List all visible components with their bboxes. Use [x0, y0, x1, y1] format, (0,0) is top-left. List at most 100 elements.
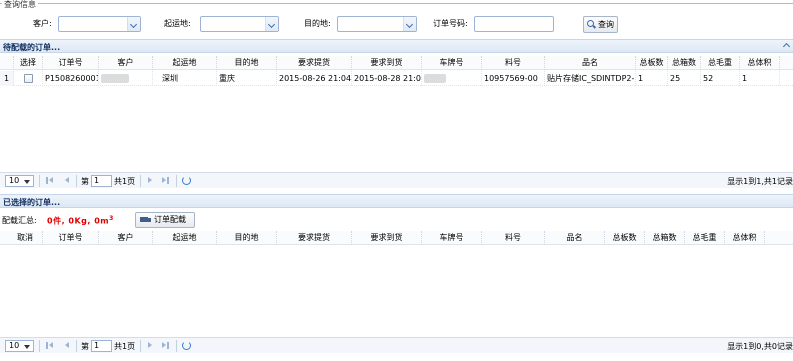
- chevron-up-icon[interactable]: [782, 42, 791, 51]
- truck-icon: [140, 217, 151, 222]
- column-header[interactable]: 总箱数: [668, 56, 701, 70]
- order-no-input[interactable]: [474, 16, 554, 32]
- origin-select[interactable]: [200, 16, 279, 32]
- selected-pager: 10 第 1 共1页 显示1到0,共0记录: [0, 337, 793, 353]
- destination-select[interactable]: [337, 16, 417, 32]
- origin-label: 起运地:: [164, 19, 191, 28]
- column-header[interactable]: 取消: [0, 231, 43, 245]
- table-row[interactable]: 1 P1508260001 深圳 重庆 2015-08-26 21:04 201…: [0, 71, 793, 86]
- order-allotment-button[interactable]: 订单配载: [135, 212, 195, 228]
- chevron-down-icon[interactable]: [265, 17, 278, 31]
- column-header[interactable]: 车牌号: [422, 56, 482, 70]
- next-page-icon: [148, 177, 152, 183]
- column-header[interactable]: 车牌号: [422, 231, 482, 245]
- refresh-icon[interactable]: [182, 176, 191, 185]
- page-size-select[interactable]: 10: [5, 340, 34, 352]
- column-header[interactable]: 目的地: [217, 56, 277, 70]
- pager-separator: [39, 175, 40, 187]
- pager-separator: [76, 340, 77, 352]
- allotment-summary: 配载汇总: 0件, 0Kg, 0m3 订单配载: [0, 211, 793, 229]
- destination-cell: 重庆: [217, 71, 277, 86]
- pager-separator: [39, 340, 40, 352]
- search-legend: 查询信息: [2, 0, 38, 10]
- column-header[interactable]: 品名: [545, 231, 605, 245]
- column-header[interactable]: 客户: [99, 56, 153, 70]
- first-page-button[interactable]: [45, 176, 55, 186]
- page-total: 共1页: [114, 342, 136, 351]
- page-size-select[interactable]: 10: [5, 175, 34, 187]
- chevron-down-icon: [24, 180, 30, 184]
- last-page-icon: [162, 342, 166, 348]
- page-size-value: 10: [9, 341, 20, 350]
- first-page-icon: [46, 342, 48, 349]
- column-header[interactable]: 订单号: [43, 56, 99, 70]
- last-page-button[interactable]: [161, 176, 171, 186]
- column-header[interactable]: 要求到货: [352, 231, 422, 245]
- order-no-cell: P1508260001: [43, 71, 99, 86]
- next-page-button[interactable]: [145, 341, 155, 351]
- refresh-icon[interactable]: [182, 341, 191, 350]
- column-header[interactable]: 总体积: [725, 231, 765, 245]
- column-header[interactable]: 选择: [14, 56, 43, 70]
- summary-unit-power: 3: [109, 215, 114, 222]
- pending-orders-header: 待配载的订单...: [0, 39, 793, 53]
- delivery-time-cell: 2015-08-28 21:05: [352, 71, 422, 86]
- column-header[interactable]: 起运地: [153, 231, 217, 245]
- column-header[interactable]: 订单号: [43, 231, 99, 245]
- next-page-button[interactable]: [145, 176, 155, 186]
- column-header[interactable]: 客户: [99, 231, 153, 245]
- next-page-icon: [148, 342, 152, 348]
- order-no-label: 订单号码:: [433, 19, 468, 28]
- first-page-button[interactable]: [45, 341, 55, 351]
- query-button-label: 查询: [598, 20, 614, 29]
- page-number-input[interactable]: 1: [91, 340, 112, 352]
- product-name-cell: 贴片存储IC_SDINTDP2-8G: [545, 71, 636, 86]
- column-header[interactable]: 总毛重: [701, 56, 740, 70]
- chevron-down-icon[interactable]: [127, 17, 140, 31]
- summary-value: 0件, 0Kg, 0m3: [47, 215, 114, 227]
- prev-page-button[interactable]: [62, 176, 72, 186]
- column-header[interactable]: 总体积: [740, 56, 780, 70]
- pickup-time-cell: 2015-08-26 21:04: [277, 71, 352, 86]
- column-header[interactable]: 品名: [545, 56, 636, 70]
- page-prefix: 第: [81, 342, 89, 351]
- redacted-plate-no: [424, 74, 446, 83]
- last-page-button[interactable]: [161, 341, 171, 351]
- selected-grid-header: 取消 订单号 客户 起运地 目的地 要求提货 要求到货 车牌号 料号 品名 总板…: [0, 231, 793, 245]
- column-header[interactable]: 要求到货: [352, 56, 422, 70]
- column-header[interactable]: 目的地: [217, 231, 277, 245]
- pager-separator: [140, 340, 141, 352]
- customer-select[interactable]: [58, 16, 141, 32]
- page-info: 显示1到1,共1记录: [727, 177, 793, 186]
- column-header[interactable]: 要求提货: [277, 231, 352, 245]
- summary-label: 配载汇总:: [2, 216, 37, 225]
- redacted-customer: [101, 74, 129, 83]
- origin-cell: 深圳: [153, 71, 217, 86]
- column-header[interactable]: 总毛重: [685, 231, 725, 245]
- column-header[interactable]: 总板数: [605, 231, 645, 245]
- select-cell: [14, 71, 43, 86]
- column-header[interactable]: 总箱数: [645, 231, 685, 245]
- prev-page-icon: [65, 177, 69, 183]
- column-header[interactable]: 料号: [482, 231, 545, 245]
- summary-value-text: 0件, 0Kg, 0m: [47, 216, 110, 226]
- search-row: 客户: 起运地: 目的地: 订单号码: 查询: [0, 16, 793, 33]
- chevron-down-icon: [24, 345, 30, 349]
- prev-page-button[interactable]: [62, 341, 72, 351]
- query-button[interactable]: 查询: [583, 16, 618, 33]
- row-number-header: [0, 56, 14, 70]
- page-number-input[interactable]: 1: [91, 175, 112, 187]
- row-checkbox[interactable]: [24, 74, 33, 83]
- chevron-down-icon[interactable]: [403, 17, 416, 31]
- part-no-cell: 10957569-00: [482, 71, 545, 86]
- page-total: 共1页: [114, 177, 136, 186]
- column-header[interactable]: 起运地: [153, 56, 217, 70]
- column-header[interactable]: 要求提货: [277, 56, 352, 70]
- column-header[interactable]: 料号: [482, 56, 545, 70]
- destination-label: 目的地:: [304, 19, 331, 28]
- boxes-cell: 25: [668, 71, 701, 86]
- column-header[interactable]: 总板数: [636, 56, 668, 70]
- pager-separator: [76, 175, 77, 187]
- pending-grid-header: 选择 订单号 客户 起运地 目的地 要求提货 要求到货 车牌号 料号 品名 总板…: [0, 56, 793, 70]
- selected-orders-title: 已选择的订单...: [3, 198, 61, 207]
